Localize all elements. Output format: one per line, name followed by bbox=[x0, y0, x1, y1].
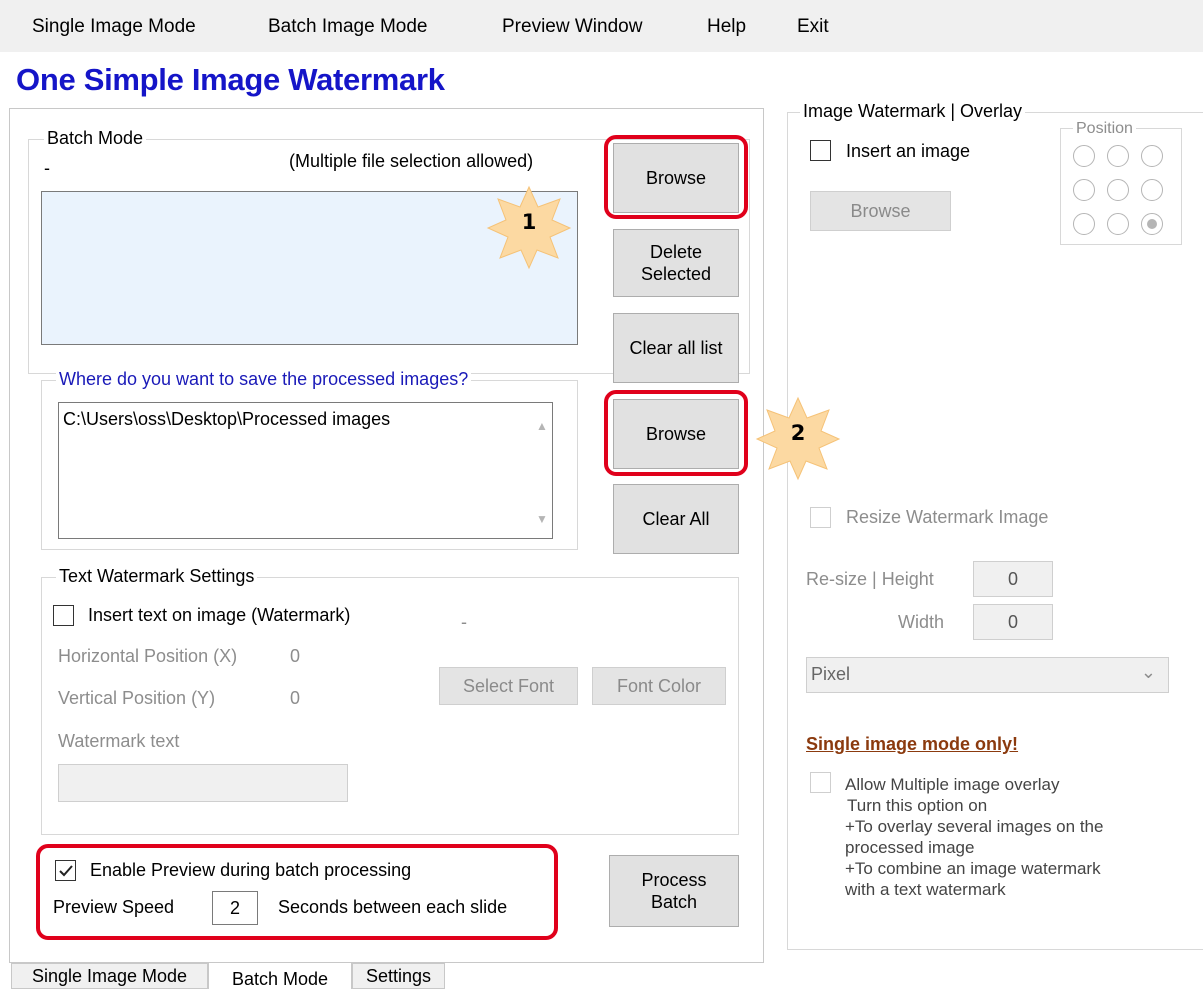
tab-batch-mode[interactable]: Batch Mode bbox=[208, 962, 352, 989]
position-radio-4[interactable] bbox=[1107, 179, 1129, 201]
position-label: Position bbox=[1073, 120, 1136, 138]
chevron-down-icon: ⌄ bbox=[1140, 662, 1156, 682]
menu-single-image-mode[interactable]: Single Image Mode bbox=[32, 16, 196, 38]
multi-overlay-desc-0: Turn this option on bbox=[847, 796, 988, 815]
position-radio-2[interactable] bbox=[1141, 145, 1163, 167]
multi-overlay-label: Allow Multiple image overlay bbox=[845, 775, 1060, 794]
multi-overlay-desc-1: +To overlay several images on the bbox=[845, 817, 1104, 836]
position-radio-5[interactable] bbox=[1141, 179, 1163, 201]
clear-all-button[interactable]: Clear All bbox=[613, 484, 739, 554]
scroll-down-icon[interactable]: ▼ bbox=[536, 512, 548, 526]
save-path-scrollbar[interactable]: ▲ ▼ bbox=[532, 403, 552, 538]
enable-preview-checkbox[interactable] bbox=[55, 860, 76, 881]
browse-files-button[interactable]: Browse bbox=[613, 143, 739, 213]
clear-all-list-button[interactable]: Clear all list bbox=[613, 313, 739, 383]
menu-preview-window[interactable]: Preview Window bbox=[502, 16, 642, 38]
preview-speed-unit: Seconds between each slide bbox=[278, 897, 508, 917]
resize-height-label: Re-size | Height bbox=[806, 569, 934, 589]
v-position-label: Vertical Position (Y) bbox=[58, 688, 216, 708]
h-position-value: 0 bbox=[290, 646, 301, 666]
resize-watermark-checkbox[interactable] bbox=[810, 507, 831, 528]
select-font-button[interactable]: Select Font bbox=[439, 667, 578, 705]
callout-number-1: 1 bbox=[521, 210, 537, 234]
font-preview-dash: - bbox=[461, 612, 467, 632]
browse-save-folder-button[interactable]: Browse bbox=[613, 399, 739, 469]
delete-selected-button[interactable]: Delete Selected bbox=[613, 229, 739, 297]
menu-bar: Single Image Mode Batch Image Mode Previ… bbox=[0, 0, 1203, 52]
browse-image-button[interactable]: Browse bbox=[810, 191, 951, 231]
preview-speed-label: Preview Speed bbox=[53, 897, 175, 917]
multi-overlay-desc-4: with a text watermark bbox=[845, 880, 1006, 899]
enable-preview-label: Enable Preview during batch processing bbox=[90, 860, 412, 880]
save-path-field[interactable]: C:\Users\oss\Desktop\Processed images ▲ … bbox=[58, 402, 553, 539]
text-watermark-label: Text Watermark Settings bbox=[56, 566, 258, 587]
app-title: One Simple Image Watermark bbox=[16, 62, 445, 97]
tab-settings[interactable]: Settings bbox=[352, 963, 445, 989]
h-position-label: Horizontal Position (X) bbox=[58, 646, 238, 666]
v-position-value: 0 bbox=[290, 688, 301, 708]
scroll-up-icon[interactable]: ▲ bbox=[536, 419, 548, 433]
allow-multiple-overlay-checkbox[interactable] bbox=[810, 772, 831, 793]
position-radio-3[interactable] bbox=[1073, 179, 1095, 201]
insert-image-label: Insert an image bbox=[846, 141, 971, 161]
callout-badge-1: 1 bbox=[484, 182, 574, 272]
insert-text-checkbox[interactable] bbox=[53, 605, 74, 626]
multi-overlay-desc-3: +To combine an image watermark bbox=[845, 859, 1101, 878]
insert-image-checkbox[interactable] bbox=[810, 140, 831, 161]
callout-number-2: 2 bbox=[790, 421, 806, 445]
image-watermark-label: Image Watermark | Overlay bbox=[800, 101, 1026, 122]
unit-select[interactable]: Pixel ⌄ bbox=[806, 657, 1169, 693]
tab-single-image-mode[interactable]: Single Image Mode bbox=[11, 963, 208, 989]
menu-exit[interactable]: Exit bbox=[797, 16, 829, 38]
process-batch-button[interactable]: Process Batch bbox=[609, 855, 739, 927]
multi-overlay-desc-2: processed image bbox=[845, 838, 975, 857]
position-radio-6[interactable] bbox=[1073, 213, 1095, 235]
position-radio-0[interactable] bbox=[1073, 145, 1095, 167]
watermark-text-label: Watermark text bbox=[58, 731, 180, 751]
resize-watermark-label: Resize Watermark Image bbox=[846, 507, 1049, 527]
save-location-label: Where do you want to save the processed … bbox=[56, 369, 472, 390]
position-radio-8[interactable] bbox=[1141, 213, 1163, 235]
insert-text-label: Insert text on image (Watermark) bbox=[88, 605, 351, 625]
multi-overlay-text: Allow Multiple image overlay Turn this o… bbox=[845, 774, 1175, 900]
preview-speed-input[interactable]: 2 bbox=[212, 891, 258, 925]
position-radio-1[interactable] bbox=[1107, 145, 1129, 167]
save-path-text: C:\Users\oss\Desktop\Processed images bbox=[63, 409, 391, 429]
position-radio-7[interactable] bbox=[1107, 213, 1129, 235]
watermark-text-input[interactable] bbox=[58, 764, 348, 802]
radio-selected-dot bbox=[1147, 219, 1157, 229]
menu-batch-image-mode[interactable]: Batch Image Mode bbox=[268, 16, 427, 38]
batch-mode-label: Batch Mode bbox=[44, 128, 147, 149]
multi-file-note: (Multiple file selection allowed) bbox=[289, 151, 534, 171]
resize-width-label: Width bbox=[898, 612, 945, 632]
resize-height-input[interactable]: 0 bbox=[973, 561, 1053, 597]
check-icon bbox=[58, 864, 73, 876]
single-mode-heading: Single image mode only! bbox=[806, 734, 1019, 754]
font-color-button[interactable]: Font Color bbox=[592, 667, 726, 705]
menu-help[interactable]: Help bbox=[707, 16, 746, 38]
batch-status-dash: - bbox=[44, 158, 50, 178]
callout-badge-2: 2 bbox=[753, 393, 843, 483]
resize-width-input[interactable]: 0 bbox=[973, 604, 1053, 640]
